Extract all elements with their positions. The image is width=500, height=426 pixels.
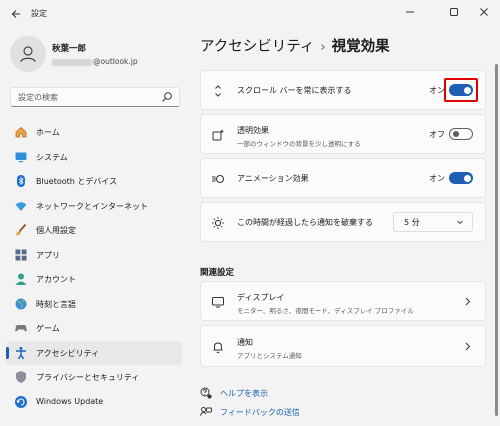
toggle-state-label: オフ <box>429 130 445 139</box>
redacted-email-part <box>52 58 92 66</box>
feedback-icon <box>200 407 212 417</box>
sidebar-item-personalization[interactable]: 個人用設定 <box>6 218 182 242</box>
sidebar-item-label: アクセシビリティ <box>36 348 100 358</box>
chevron-down-icon <box>457 220 463 225</box>
user-profile[interactable]: 秋葉一郎 @outlook.jp <box>10 36 180 72</box>
help-link-label: ヘルプを表示 <box>220 389 268 398</box>
setting-title: アニメーション効果 <box>237 174 309 183</box>
sidebar-item-bluetooth[interactable]: Bluetooth とデバイス <box>6 169 182 193</box>
toggle-state-label: オン <box>429 174 445 183</box>
accessibility-icon <box>16 346 26 359</box>
brightness-icon <box>212 217 224 229</box>
search-icon <box>162 92 172 102</box>
setting-notification-dismiss: この時間が経過したら通知を破棄する 5 分 <box>200 202 486 242</box>
related-subtitle: アプリとシステム通知 <box>237 352 302 360</box>
setting-scrollbars: スクロール バーを常に表示する オン <box>200 70 486 110</box>
sidebar-item-label: ホーム <box>36 128 60 137</box>
sidebar-item-label: システム <box>36 152 68 162</box>
maximize-button[interactable] <box>440 2 468 22</box>
page-title: 視覚効果 <box>331 39 390 55</box>
close-button[interactable] <box>470 2 498 22</box>
update-icon <box>15 395 27 408</box>
transparency-toggle[interactable] <box>449 128 473 140</box>
related-item-notifications[interactable]: 通知 アプリとシステム通知 <box>200 325 486 367</box>
sidebar-item-network[interactable]: ネットワークとインターネット <box>6 194 182 218</box>
system-icon <box>15 152 27 162</box>
shield-icon <box>16 371 26 383</box>
user-email: @outlook.jp <box>52 57 138 66</box>
monitor-icon <box>212 297 224 308</box>
setting-title: 透明効果 <box>237 126 269 135</box>
sidebar-item-label: アプリ <box>36 250 60 260</box>
chevron-right-icon <box>465 297 471 306</box>
account-icon <box>15 273 27 285</box>
sidebar-item-label: ネットワークとインターネット <box>36 201 148 211</box>
sidebar-item-privacy[interactable]: プライバシーとセキュリティ <box>6 365 182 389</box>
title-bar: 設定 <box>0 0 500 28</box>
close-icon <box>480 8 488 16</box>
app-title: 設定 <box>31 9 47 18</box>
maximize-icon <box>450 8 458 16</box>
bell-icon <box>213 342 223 353</box>
highlight-box <box>444 78 478 102</box>
related-item-display[interactable]: ディスプレイ モニター、明るさ、夜間モード、ディスプレイ プロファイル <box>200 281 486 321</box>
brush-icon <box>16 223 27 236</box>
sidebar-item-accounts[interactable]: アカウント <box>6 267 182 291</box>
sidebar-item-label: Windows Update <box>36 396 104 406</box>
sidebar-item-accessibility[interactable]: アクセシビリティ <box>6 340 182 365</box>
help-icon <box>200 387 212 399</box>
globe-icon <box>15 298 27 309</box>
gamepad-icon <box>15 324 27 332</box>
user-icon <box>20 46 36 63</box>
related-subtitle: モニター、明るさ、夜間モード、ディスプレイ プロファイル <box>237 307 414 315</box>
feedback-link-label: フィードバックの送信 <box>220 408 300 417</box>
setting-subtitle: 一部のウィンドウの背景を少し透明にする <box>237 140 361 148</box>
sidebar-item-system[interactable]: システム <box>6 145 182 169</box>
avatar <box>10 36 46 72</box>
breadcrumb-separator: › <box>320 40 326 55</box>
scrollbar-icon <box>215 85 221 97</box>
sidebar-item-label: ゲーム <box>36 324 60 333</box>
home-icon <box>15 127 27 138</box>
dismiss-time-dropdown[interactable]: 5 分 <box>393 212 473 232</box>
transparency-icon <box>212 129 225 141</box>
minimize-button[interactable] <box>396 2 424 22</box>
sidebar-nav: ホーム システム Bluetooth とデバイス ネットワークとインターネット <box>6 120 182 414</box>
search-input[interactable]: 設定の検索 <box>10 87 180 107</box>
settings-window: 設定 秋葉一郎 @outlook.jp 設定の検索 ホーム システム Bluet… <box>0 0 500 426</box>
back-button[interactable] <box>8 6 24 22</box>
breadcrumb: アクセシビリティ › 視覚効果 <box>200 35 390 56</box>
related-title: 通知 <box>237 338 253 347</box>
chevron-right-icon <box>465 342 471 351</box>
breadcrumb-parent[interactable]: アクセシビリティ <box>200 39 314 55</box>
sidebar-item-label: 個人用設定 <box>36 226 76 235</box>
animation-icon <box>212 175 224 183</box>
bluetooth-icon <box>17 175 25 187</box>
sidebar-item-label: アカウント <box>36 275 76 284</box>
setting-animation: アニメーション効果 オン <box>200 158 486 198</box>
animation-toggle[interactable] <box>449 172 473 184</box>
scrollbar[interactable] <box>495 64 498 416</box>
setting-title: この時間が経過したら通知を破棄する <box>237 218 373 227</box>
sidebar-item-label: プライバシーとセキュリティ <box>36 373 140 382</box>
toggle-state-label: オン <box>429 86 445 95</box>
sidebar-item-time-language[interactable]: 時刻と言語 <box>6 292 182 316</box>
sidebar-item-apps[interactable]: アプリ <box>6 243 182 267</box>
sidebar-item-label: 時刻と言語 <box>36 299 76 309</box>
section-title-related: 関連設定 <box>200 268 235 278</box>
sidebar-item-gaming[interactable]: ゲーム <box>6 316 182 340</box>
network-icon <box>15 201 27 211</box>
setting-transparency: 透明効果 一部のウィンドウの背景を少し透明にする オフ <box>200 114 486 154</box>
back-arrow-icon <box>11 10 20 18</box>
apps-icon <box>15 249 27 260</box>
search-placeholder: 設定の検索 <box>18 93 58 102</box>
setting-title: スクロール バーを常に表示する <box>237 86 352 95</box>
user-name: 秋葉一郎 <box>52 44 87 54</box>
sidebar-item-home[interactable]: ホーム <box>6 120 182 144</box>
related-title: ディスプレイ <box>237 293 285 302</box>
sidebar-item-label: Bluetooth とデバイス <box>36 177 118 186</box>
dropdown-value: 5 分 <box>404 218 420 227</box>
minimize-icon <box>406 11 414 13</box>
sidebar-item-windows-update[interactable]: Windows Update <box>6 390 182 414</box>
